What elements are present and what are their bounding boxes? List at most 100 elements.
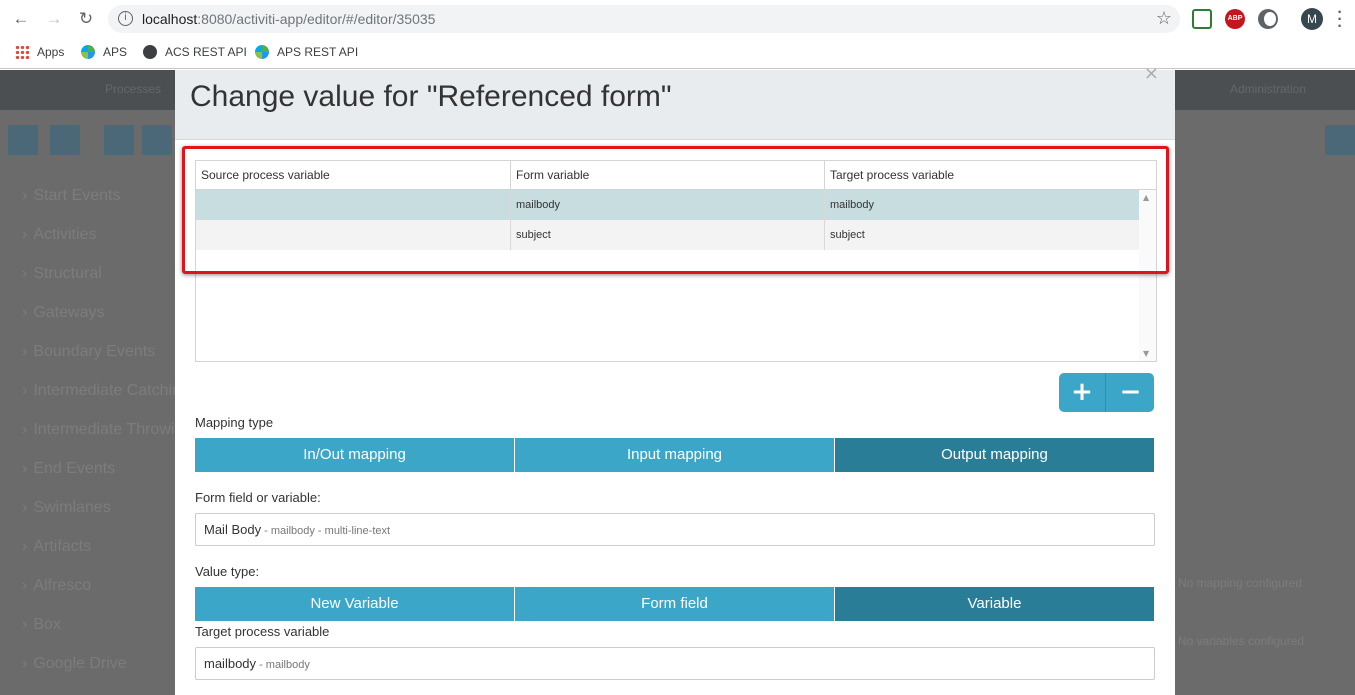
nav-administration: Administration bbox=[1230, 82, 1307, 96]
cell-source bbox=[196, 190, 511, 220]
palette-label: Activities bbox=[33, 226, 97, 243]
property-note: No variables configured bbox=[1178, 634, 1305, 648]
column-header-source[interactable]: Source process variable bbox=[196, 161, 511, 190]
palette-item: › Start Events bbox=[22, 187, 120, 205]
palette-item: › Structural bbox=[22, 265, 102, 283]
forward-icon[interactable]: → bbox=[42, 8, 66, 30]
bookmark-label: ACS REST API bbox=[165, 44, 247, 59]
mapping-type-label: Mapping type bbox=[195, 415, 274, 430]
target-variable-value: mailbody bbox=[204, 656, 257, 671]
cut-icon bbox=[104, 125, 134, 155]
chevron-right-icon: › bbox=[22, 538, 28, 555]
palette-label: End Events bbox=[33, 460, 116, 477]
info-icon[interactable]: i bbox=[118, 11, 133, 26]
chevron-right-icon: › bbox=[22, 226, 28, 243]
aps-icon bbox=[255, 44, 269, 59]
cell-source bbox=[196, 220, 511, 250]
chevron-right-icon: › bbox=[22, 382, 28, 399]
chevron-right-icon: › bbox=[22, 187, 28, 204]
table-row[interactable]: mailbody mailbody bbox=[196, 190, 1139, 220]
chevron-right-icon: › bbox=[22, 343, 28, 360]
column-header-form[interactable]: Form variable bbox=[511, 161, 825, 190]
palette-item: › Google Drive bbox=[22, 655, 127, 673]
palette-item: › Swimlanes bbox=[22, 499, 111, 517]
reload-icon[interactable]: ↻ bbox=[74, 8, 98, 30]
palette-item: › Alfresco bbox=[22, 577, 91, 595]
palette-label: Gateways bbox=[33, 304, 105, 321]
palette-item: › Boundary Events bbox=[22, 343, 155, 361]
new-variable-button[interactable]: New Variable bbox=[195, 587, 514, 621]
dialog-title: Change value for "Referenced form" bbox=[190, 80, 672, 113]
extension-icon[interactable] bbox=[1192, 9, 1212, 29]
chevron-right-icon: › bbox=[22, 460, 28, 477]
palette-label: Boundary Events bbox=[33, 343, 156, 360]
url-path: :8080/activiti-app/editor/#/editor/35035 bbox=[197, 11, 436, 27]
bookmark-star-icon[interactable]: ☆ bbox=[1156, 8, 1172, 29]
form-field-button[interactable]: Form field bbox=[515, 587, 834, 621]
variable-button[interactable]: Variable bbox=[835, 587, 1154, 621]
palette-label: Artifacts bbox=[33, 538, 92, 555]
palette-item: › Gateways bbox=[22, 304, 104, 322]
bookmark-label: APS bbox=[103, 44, 128, 59]
address-bar[interactable]: i localhost:8080/activiti-app/editor/#/e… bbox=[108, 5, 1180, 33]
bookmark-aps-rest-api[interactable]: APS REST API bbox=[255, 44, 358, 62]
cell-form: subject bbox=[511, 220, 825, 250]
dark-mode-icon[interactable] bbox=[1258, 9, 1278, 29]
scroll-down-icon[interactable]: ▼ bbox=[1143, 349, 1149, 358]
input-mapping-button[interactable]: Input mapping bbox=[515, 438, 834, 472]
back-icon[interactable]: ← bbox=[9, 8, 33, 30]
cell-target: subject bbox=[830, 229, 865, 241]
palette-item: › End Events bbox=[22, 460, 115, 478]
adblock-icon[interactable]: ABP bbox=[1225, 9, 1245, 29]
chevron-right-icon: › bbox=[22, 304, 28, 321]
menu-kebab-icon[interactable]: · · · bbox=[1336, 5, 1344, 35]
chevron-right-icon: › bbox=[22, 616, 28, 633]
property-note: No mapping configured bbox=[1178, 576, 1303, 590]
browser-toolbar: ← → ↻ i localhost:8080/activiti-app/edit… bbox=[0, 0, 1355, 38]
value-type-label: Value type: bbox=[195, 564, 260, 579]
scroll-up-icon[interactable]: ▲ bbox=[1143, 193, 1149, 202]
bookmark-aps[interactable]: APS bbox=[81, 44, 127, 62]
mapping-dialog: Change value for "Referenced form" × Sou… bbox=[175, 63, 1175, 695]
dialog-header: Change value for "Referenced form" × bbox=[175, 63, 1175, 140]
close-icon[interactable]: × bbox=[1144, 63, 1159, 84]
palette-label: Google Drive bbox=[33, 655, 127, 672]
apps-grid-icon bbox=[15, 44, 29, 59]
palette-label: Swimlanes bbox=[33, 499, 111, 516]
grid-header: Source process variable Form variable Ta… bbox=[196, 161, 1156, 190]
column-header-target[interactable]: Target process variable bbox=[825, 161, 1156, 190]
palette-label: Alfresco bbox=[33, 577, 92, 594]
close-editor-icon bbox=[1325, 125, 1355, 155]
target-variable-select[interactable]: mailbody - mailbody bbox=[195, 647, 1155, 680]
chevron-right-icon: › bbox=[22, 499, 28, 516]
mapping-type-toggle: In/Out mapping Input mapping Output mapp… bbox=[195, 438, 1155, 472]
table-row[interactable]: subject subject bbox=[196, 220, 1139, 250]
url-host: localhost bbox=[142, 11, 198, 27]
validate-icon bbox=[50, 125, 80, 155]
url-text[interactable]: localhost:8080/activiti-app/editor/#/edi… bbox=[142, 11, 435, 27]
profile-avatar[interactable]: M bbox=[1301, 8, 1323, 30]
value-type-toggle: New Variable Form field Variable bbox=[195, 587, 1155, 621]
form-field-detail: - mailbody - multi-line-text bbox=[261, 525, 391, 537]
target-variable-detail: - mailbody bbox=[256, 659, 310, 671]
inout-mapping-button[interactable]: In/Out mapping bbox=[195, 438, 514, 472]
output-mapping-button[interactable]: Output mapping bbox=[835, 438, 1154, 472]
save-icon bbox=[8, 125, 38, 155]
bookmark-apps[interactable]: Apps bbox=[15, 44, 64, 62]
chevron-right-icon: › bbox=[22, 577, 28, 594]
palette-label: Box bbox=[33, 616, 61, 633]
bookmark-label: APS REST API bbox=[277, 44, 359, 59]
row-actions: + − bbox=[1059, 373, 1154, 412]
nav-processes: Processes bbox=[105, 82, 162, 96]
grid-scrollbar[interactable]: ▲ ▼ bbox=[1139, 190, 1156, 361]
form-field-select[interactable]: Mail Body - mailbody - multi-line-text bbox=[195, 513, 1155, 546]
cell-form: mailbody bbox=[511, 190, 825, 220]
bookmark-acs-rest-api[interactable]: ACS REST API bbox=[143, 44, 247, 62]
chevron-right-icon: › bbox=[22, 265, 28, 282]
palette-item: › Box bbox=[22, 616, 61, 634]
add-row-button[interactable]: + bbox=[1059, 373, 1106, 412]
mapping-grid: Source process variable Form variable Ta… bbox=[195, 160, 1157, 362]
target-variable-label: Target process variable bbox=[195, 624, 330, 639]
remove-row-button[interactable]: − bbox=[1107, 373, 1154, 412]
cell-target: mailbody bbox=[830, 199, 875, 211]
